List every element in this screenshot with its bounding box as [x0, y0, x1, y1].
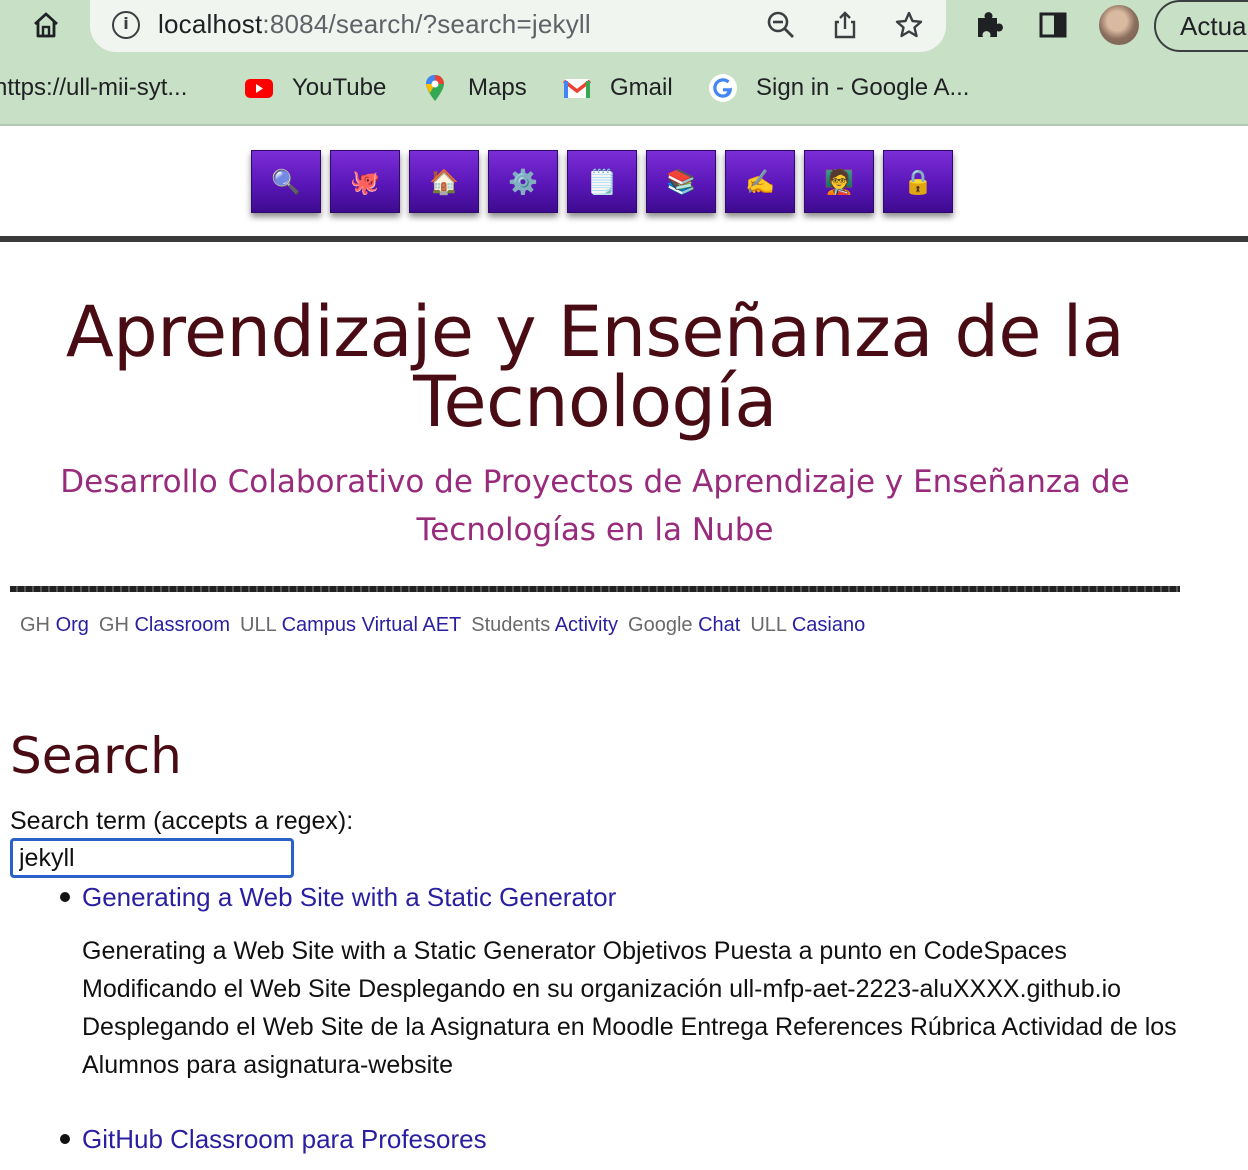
- address-bar[interactable]: i localhost:8084/search/?search=jekyll: [90, 0, 946, 52]
- link-classroom[interactable]: Classroom: [134, 614, 230, 636]
- bookmark-star-icon[interactable]: [892, 8, 926, 42]
- gear-icon: ⚙️: [508, 167, 538, 196]
- gmail-icon: [562, 73, 592, 103]
- bookmark-label: YouTube: [292, 74, 387, 101]
- link-chat[interactable]: Chat: [698, 614, 740, 636]
- share-icon[interactable]: [828, 8, 862, 42]
- quick-link-prefix: Students: [471, 614, 551, 636]
- maps-icon: [420, 73, 450, 103]
- url-path: :8084/search/?search=jekyll: [262, 9, 591, 39]
- link-org[interactable]: Org: [56, 614, 89, 636]
- bookmarks-bar: https://ull-mii-syt... YouTube Maps Gmai…: [0, 64, 1248, 112]
- extensions-puzzle-icon[interactable]: [970, 6, 1008, 44]
- bookmark-youtube[interactable]: YouTube: [244, 72, 386, 104]
- zoom-out-icon[interactable]: [764, 8, 798, 42]
- nav-books-button[interactable]: 📚: [646, 150, 716, 213]
- profile-avatar[interactable]: [1097, 3, 1141, 47]
- writing-hand-icon: ✍️: [745, 167, 775, 196]
- link-campus-virtual[interactable]: Campus Virtual AET: [282, 614, 462, 636]
- url-host: localhost: [158, 9, 263, 39]
- side-panel-icon[interactable]: [1034, 6, 1072, 44]
- nav-home-button[interactable]: 🏠: [409, 150, 479, 213]
- nav-settings-button[interactable]: ⚙️: [488, 150, 558, 213]
- update-button[interactable]: Actua: [1154, 0, 1248, 52]
- site-subtitle: Desarrollo Colaborativo de Proyectos de …: [60, 464, 1130, 548]
- site-nav-buttons: 🔍 🐙 🏠 ⚙️ 🗒️ 📚 ✍️ 🧑‍🏫 🔒: [251, 150, 953, 213]
- nav-writing-button[interactable]: ✍️: [725, 150, 795, 213]
- nav-teacher-button[interactable]: 🧑‍🏫: [804, 150, 874, 213]
- browser-toolbar: i localhost:8084/search/?search=jekyll A…: [0, 0, 1248, 126]
- quick-link-students-activity: Students Activity: [471, 610, 618, 640]
- quick-link-prefix: Google: [628, 614, 693, 636]
- list-item: GitHub Classroom para Profesores: [60, 1120, 1192, 1158]
- info-icon[interactable]: i: [112, 11, 140, 39]
- nav-lock-button[interactable]: 🔒: [883, 150, 953, 213]
- quick-link-gh-classroom: GH Classroom: [99, 610, 230, 640]
- quick-link-prefix: ULL: [240, 614, 276, 636]
- site-title: Aprendizaje y Enseñanza de la Tecnología: [65, 291, 1125, 443]
- nav-notes-button[interactable]: 🗒️: [567, 150, 637, 213]
- search-label: Search term (accepts a regex):: [10, 807, 354, 835]
- octopus-icon: 🐙: [350, 167, 380, 196]
- list-item: Generating a Web Site with a Static Gene…: [60, 878, 1192, 1084]
- link-activity[interactable]: Activity: [555, 614, 618, 636]
- link-casiano[interactable]: Casiano: [792, 614, 865, 636]
- quick-link-prefix: GH: [20, 614, 50, 636]
- header-divider: [10, 586, 1180, 592]
- bookmark-maps[interactable]: Maps: [420, 72, 527, 104]
- url-text[interactable]: localhost:8084/search/?search=jekyll: [158, 7, 591, 41]
- quick-link-google-chat: Google Chat: [628, 610, 740, 640]
- lock-icon: 🔒: [903, 167, 933, 196]
- bookmark-ull[interactable]: https://ull-mii-syt...: [0, 72, 187, 104]
- result-snippet: Generating a Web Site with a Static Gene…: [82, 937, 1177, 1079]
- bookmark-label: Gmail: [610, 74, 673, 101]
- quick-link-prefix: GH: [98, 614, 129, 636]
- search-results: Generating a Web Site with a Static Gene…: [60, 878, 1192, 1158]
- quick-link-gh-org: GH Org: [20, 610, 89, 640]
- house-icon: 🏠: [429, 167, 459, 196]
- bookmark-gmail[interactable]: Gmail: [562, 72, 673, 104]
- bookmark-label: Sign in - Google A...: [756, 74, 970, 101]
- bookmark-label: https://ull-mii-syt...: [0, 74, 188, 101]
- quick-link-ull-campus: ULL Campus Virtual AET: [240, 610, 461, 640]
- notepad-icon: 🗒️: [587, 167, 617, 196]
- home-icon[interactable]: [28, 7, 64, 43]
- site-nav-strip: 🔍 🐙 🏠 ⚙️ 🗒️ 📚 ✍️ 🧑‍🏫 🔒: [0, 126, 1248, 242]
- search-input[interactable]: [10, 838, 294, 878]
- bookmark-google-signin[interactable]: Sign in - Google A...: [708, 72, 969, 104]
- nav-search-button[interactable]: 🔍: [251, 150, 321, 213]
- quick-link-prefix: ULL: [750, 614, 787, 636]
- quick-links: GH Org GH Classroom ULL Campus Virtual A…: [20, 610, 865, 640]
- nav-github-button[interactable]: 🐙: [330, 150, 400, 213]
- result-link[interactable]: GitHub Classroom para Profesores: [82, 1120, 1192, 1158]
- books-icon: 📚: [666, 167, 696, 196]
- result-link[interactable]: Generating a Web Site with a Static Gene…: [82, 878, 1192, 916]
- google-icon: [708, 73, 738, 103]
- page-title: Search: [10, 727, 182, 785]
- youtube-icon: [244, 73, 274, 103]
- bookmark-label: Maps: [468, 74, 527, 101]
- search-icon: 🔍: [271, 167, 301, 196]
- quick-link-ull-casiano: ULL Casiano: [750, 610, 865, 640]
- teacher-icon: 🧑‍🏫: [824, 167, 854, 196]
